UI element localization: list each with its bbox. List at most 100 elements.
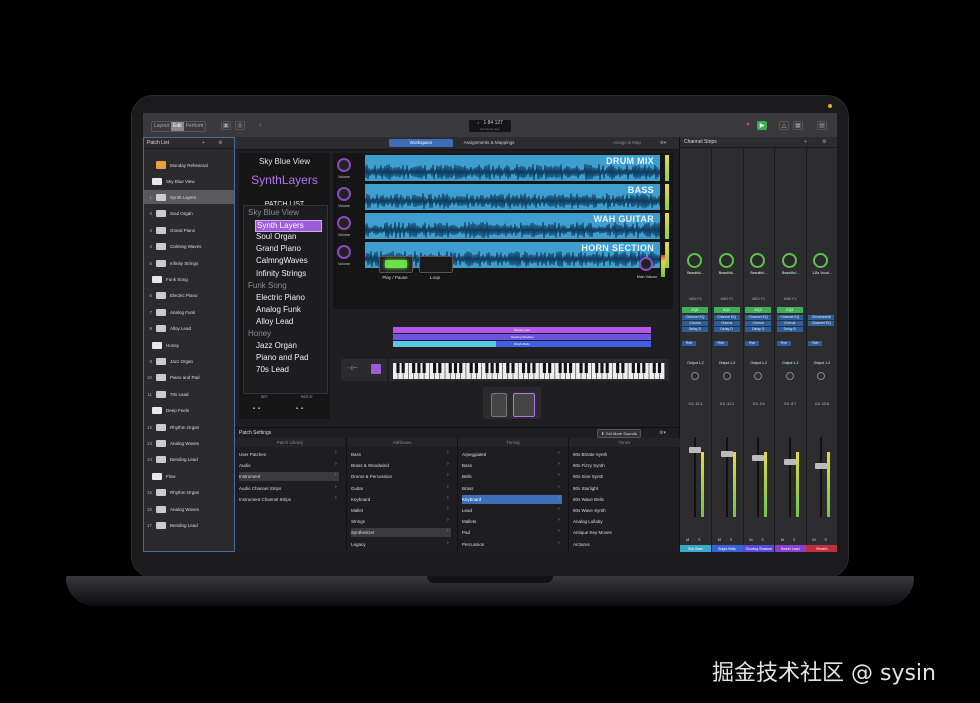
add-icon[interactable]: + bbox=[202, 138, 205, 148]
metronome-icon[interactable]: △ bbox=[779, 121, 789, 130]
send-slot[interactable]: Rvb bbox=[682, 341, 696, 346]
black-key[interactable] bbox=[448, 363, 452, 373]
black-key[interactable] bbox=[495, 363, 499, 373]
concert-row[interactable]: Monday Rehearsal bbox=[144, 158, 234, 172]
black-key[interactable] bbox=[511, 363, 515, 373]
library-item[interactable]: Drums & Percussion bbox=[351, 472, 451, 481]
output-slot[interactable]: Output 1-2 bbox=[807, 361, 836, 365]
black-key[interactable] bbox=[652, 363, 656, 373]
gear-icon[interactable]: ⚙ bbox=[218, 138, 222, 148]
patch-list-entry[interactable]: Infinity Strings bbox=[256, 269, 306, 279]
eq-thumbnail[interactable]: EQ2 bbox=[682, 307, 708, 313]
gain-knob[interactable] bbox=[781, 253, 797, 268]
library-item[interactable]: 80s Wave Synth bbox=[573, 506, 673, 515]
library-item[interactable]: Instrument Channel Strips bbox=[239, 495, 339, 504]
layer-glowing-shadow[interactable]: Glowing Shadow bbox=[393, 334, 651, 340]
black-key[interactable] bbox=[558, 363, 562, 373]
patch-list-row[interactable]: 8 Alloy Lead bbox=[144, 322, 234, 336]
black-key[interactable] bbox=[521, 363, 526, 373]
volume-fader[interactable] bbox=[720, 451, 733, 457]
black-key[interactable] bbox=[642, 363, 646, 373]
patch-list-row[interactable]: Sky Blue View bbox=[144, 174, 234, 188]
patch-list-row[interactable]: 10 Piano and Pad bbox=[144, 371, 234, 385]
black-key[interactable] bbox=[506, 363, 510, 373]
layer-sweet-lead[interactable]: Sweet Lead bbox=[393, 327, 651, 333]
loop-button[interactable] bbox=[419, 256, 453, 273]
mute-button[interactable]: M bbox=[781, 537, 784, 542]
patch-list-row[interactable]: 5 Infinity Strings bbox=[144, 256, 234, 270]
black-key[interactable] bbox=[616, 363, 620, 373]
patch-list-row[interactable]: 17 Bending Lead bbox=[144, 518, 234, 532]
mute-button[interactable]: M bbox=[686, 537, 689, 542]
gain-knob[interactable] bbox=[687, 253, 702, 268]
send-slot[interactable]: Rvb bbox=[745, 341, 760, 346]
send-slot[interactable]: Rvb bbox=[808, 341, 823, 346]
black-key[interactable] bbox=[657, 363, 662, 373]
volume-fader[interactable] bbox=[815, 463, 828, 469]
solo-button[interactable]: S bbox=[698, 537, 701, 542]
eq-thumbnail[interactable]: EQ2 bbox=[776, 307, 803, 313]
patch-list-row[interactable]: 3 Grand Piano bbox=[144, 223, 234, 237]
mode-edit[interactable]: Edit bbox=[171, 122, 184, 131]
library-item[interactable]: Brass bbox=[462, 484, 562, 493]
get-more-sounds-button[interactable]: ⬇ Get More Sounds bbox=[597, 429, 641, 438]
waveform-track[interactable]: WAH GUITAR bbox=[365, 213, 660, 239]
play-icon[interactable]: ▶ bbox=[757, 121, 767, 130]
waveform-track[interactable]: BASS bbox=[365, 184, 660, 210]
library-item[interactable]: Instrument bbox=[239, 472, 339, 482]
black-key[interactable] bbox=[485, 363, 489, 373]
black-key[interactable] bbox=[631, 363, 635, 373]
patch-list-entry[interactable]: Jazz Organ bbox=[256, 341, 297, 351]
audio-fx-slot[interactable]: Delay D bbox=[682, 327, 708, 332]
patch-list-row[interactable]: 12 Rhythm Organ bbox=[144, 420, 234, 434]
black-key[interactable] bbox=[401, 363, 405, 373]
gain-knob[interactable] bbox=[813, 253, 829, 268]
volume-fader[interactable] bbox=[752, 455, 765, 461]
audio-fx-slot[interactable]: Chorus bbox=[682, 321, 708, 326]
library-item[interactable]: Percussion bbox=[462, 540, 562, 549]
library-item[interactable]: Lead bbox=[462, 506, 562, 515]
cpu-icon[interactable]: ▦ bbox=[793, 121, 803, 130]
gain-knob[interactable] bbox=[718, 253, 734, 268]
patch-list-row[interactable]: 2 Soul Organ bbox=[144, 207, 234, 221]
library-item[interactable]: Keyboard bbox=[351, 495, 451, 504]
patch-list-entry[interactable]: Analog Funk bbox=[256, 305, 301, 315]
main-volume-knob[interactable] bbox=[639, 257, 653, 271]
pan-knob[interactable] bbox=[785, 372, 794, 380]
patch-list-row[interactable]: 16 Analog Waves bbox=[144, 502, 234, 516]
midi-fx-slot[interactable]: MIDI FX bbox=[744, 297, 773, 301]
waveform-track[interactable]: DRUM MIX bbox=[365, 155, 660, 181]
layer-bright-bells[interactable]: Bright Bells bbox=[393, 341, 651, 347]
library-item[interactable]: Mallet bbox=[351, 506, 451, 515]
audio-fx-slot[interactable]: Chorus bbox=[776, 321, 803, 326]
patch-list-row[interactable]: 13 Analog Waves bbox=[144, 436, 234, 450]
library-item[interactable]: Analog Lullaby bbox=[573, 517, 673, 526]
volume-fader[interactable] bbox=[689, 447, 701, 453]
black-key[interactable] bbox=[569, 363, 573, 373]
sustain-pedal[interactable] bbox=[513, 393, 535, 417]
library-item[interactable]: Arpeggiated bbox=[462, 450, 562, 459]
library-item[interactable]: 80s Sine Synth bbox=[573, 472, 673, 481]
library-item[interactable]: Mallets bbox=[462, 517, 562, 526]
patch-list-row[interactable]: Deep Feels bbox=[144, 404, 234, 418]
mod-wheel[interactable] bbox=[371, 364, 381, 374]
library-item[interactable]: Pad bbox=[462, 528, 562, 537]
black-key[interactable] bbox=[600, 363, 604, 373]
patch-list-row[interactable]: 9 Jazz Organ bbox=[144, 354, 234, 368]
library-item[interactable]: Brass & Woodwind bbox=[351, 461, 451, 470]
solo-button[interactable]: S bbox=[761, 537, 764, 542]
gear-icon[interactable]: ⚙▾ bbox=[655, 139, 671, 147]
audio-fx-slot[interactable]: Chorus bbox=[713, 321, 740, 326]
library-item[interactable]: User Patches bbox=[239, 450, 339, 459]
library-item[interactable]: Guitar bbox=[351, 484, 451, 493]
black-key[interactable] bbox=[548, 363, 552, 373]
mute-button[interactable]: M bbox=[749, 537, 752, 542]
audio-fx-slot[interactable]: Chorus bbox=[745, 321, 772, 326]
strip-setting[interactable]: Beautiful... bbox=[681, 271, 710, 275]
mode-layout[interactable]: Layout bbox=[152, 122, 171, 131]
library-item[interactable]: Arcturus bbox=[573, 540, 673, 549]
black-key[interactable] bbox=[412, 363, 416, 373]
gain-knob[interactable] bbox=[750, 253, 766, 268]
audio-fx-slot[interactable]: Channel EQ bbox=[713, 315, 740, 320]
black-key[interactable] bbox=[605, 363, 609, 373]
